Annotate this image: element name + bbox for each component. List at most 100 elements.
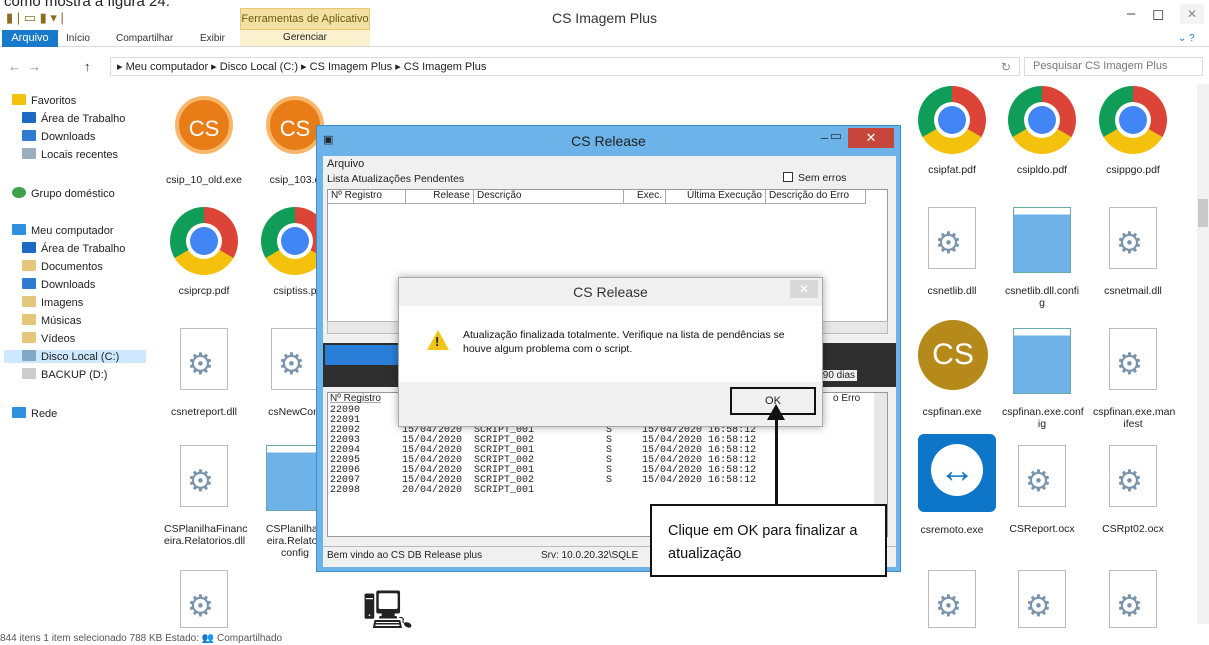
nav-label: BACKUP (D:) <box>41 369 108 381</box>
table-row[interactable]: 22096 15/04/2020 SCRIPT_001 S 15/04/2020… <box>330 465 756 476</box>
cs-release-title: CS Release <box>571 133 646 149</box>
cs-app-icon: CS <box>175 96 233 154</box>
tab-exibir[interactable]: Exibir <box>200 33 225 44</box>
notepad-icon <box>1013 207 1071 273</box>
no-errors-checkbox[interactable]: Sem erros <box>783 172 846 184</box>
nav-network[interactable]: Rede <box>12 407 57 420</box>
file-tile[interactable]: csnetlib.dll <box>912 207 992 297</box>
tab-arquivo[interactable]: Arquivo <box>2 30 58 47</box>
nav-recent[interactable]: Locais recentes <box>22 148 118 161</box>
file-tile[interactable] <box>164 570 244 634</box>
column-header[interactable]: Release <box>406 190 474 204</box>
recent-icon <box>22 148 36 159</box>
file-tile[interactable]: cspfinan.exe.conf ig <box>1002 328 1084 430</box>
download-icon <box>22 278 36 289</box>
nav-images[interactable]: Imagens <box>22 296 83 309</box>
file-name: CSPlanilhaFinanc eira.Relatorios.dll <box>164 523 248 547</box>
nav-downloads[interactable]: Downloads <box>22 130 95 143</box>
status-bar: 844 itens 1 item selecionado 788 KB Esta… <box>0 633 283 644</box>
table-row[interactable]: 22097 15/04/2020 SCRIPT_002 S 15/04/2020… <box>330 475 756 486</box>
scrollbar-thumb[interactable] <box>1198 199 1208 227</box>
table-row[interactable]: 22093 15/04/2020 SCRIPT_002 S 15/04/2020… <box>330 435 756 446</box>
search-input[interactable]: Pesquisar CS Imagem Plus <box>1024 57 1203 76</box>
nav-computer[interactable]: Meu computador <box>12 224 114 237</box>
context-tab[interactable]: Ferramentas de Aplicativo <box>240 8 370 30</box>
nav-label: Favoritos <box>31 95 77 107</box>
nav-favorites[interactable]: Favoritos <box>12 94 76 107</box>
file-tile[interactable] <box>912 570 992 634</box>
maximize-button[interactable]: ▭ <box>830 128 842 144</box>
refresh-button[interactable]: ↻ <box>1001 60 1011 74</box>
minimize-button[interactable]: – <box>821 130 828 145</box>
file-tile[interactable]: csnetlib.dll.confi g <box>1002 207 1082 309</box>
file-tile[interactable]: cspfinan.exe.man ifest <box>1093 328 1176 430</box>
instruction-callout: Clique em OK para finalizar a atualizaçã… <box>650 504 887 577</box>
nav-backup[interactable]: BACKUP (D:) <box>22 368 107 381</box>
tab-inicio[interactable]: Início <box>66 33 90 44</box>
file-name: cspfinan.exe <box>922 406 982 418</box>
column-header[interactable]: Descrição do Erro <box>766 190 866 204</box>
minimize-button[interactable]: – <box>1127 5 1135 22</box>
nav-desktop-2[interactable]: Área de Trabalho <box>22 242 125 255</box>
back-button[interactable]: ← <box>8 59 21 74</box>
file-tile[interactable]: csnetmail.dll <box>1093 207 1173 297</box>
cs-finance-icon: CS <box>918 320 988 390</box>
file-tile[interactable]: CSReport.ocx <box>1002 445 1082 535</box>
close-button[interactable]: ✕ <box>848 128 894 148</box>
file-list-scrollbar[interactable] <box>1197 84 1209 624</box>
column-header[interactable]: Exec. <box>624 190 666 204</box>
file-tile[interactable]: csnetreport.dll <box>164 328 244 418</box>
up-button[interactable]: ↑ <box>84 59 91 74</box>
nav-desktop[interactable]: Área de Trabalho <box>22 112 125 125</box>
file-tile[interactable]: csremoto.exe <box>912 434 996 536</box>
tab-compartilhar[interactable]: Compartilhar <box>116 33 173 44</box>
column-header[interactable]: Descrição <box>474 190 624 204</box>
table-row[interactable]: 22094 15/04/2020 SCRIPT_001 S 15/04/2020… <box>330 445 756 456</box>
nav-documents[interactable]: Documentos <box>22 260 103 273</box>
file-tile[interactable]: csippgo.pdf <box>1093 86 1173 176</box>
file-tile[interactable]: csipldo.pdf <box>1002 86 1082 176</box>
table-row[interactable]: 22098 20/04/2020 SCRIPT_001 <box>330 485 534 496</box>
file-name: CSReport.ocx <box>1009 523 1075 535</box>
history-header-error[interactable]: o Erro <box>833 393 860 404</box>
column-header[interactable]: Nº Registro <box>328 190 406 204</box>
file-tile[interactable]: CSPlanilhaFinanc eira.Relatorios.dll <box>164 445 248 547</box>
file-tile[interactable] <box>1002 570 1082 634</box>
nav-downloads-2[interactable]: Downloads <box>22 278 95 291</box>
column-header[interactable]: Última Execução <box>666 190 766 204</box>
dialog-close-button[interactable]: ✕ <box>790 280 818 298</box>
forward-button[interactable]: → <box>28 59 41 74</box>
file-tile[interactable]: csiprcp.pdf <box>164 207 244 297</box>
table-row[interactable]: 22095 15/04/2020 SCRIPT_002 S 15/04/2020… <box>330 455 756 466</box>
file-name: csippgo.pdf <box>1106 164 1160 176</box>
nav-label: Vídeos <box>41 333 76 345</box>
music-folder-icon <box>22 314 36 325</box>
file-tile[interactable]: CSRpt02.ocx <box>1093 445 1173 535</box>
nav-music[interactable]: Músicas <box>22 314 81 327</box>
table-row[interactable]: 22090 <box>330 405 360 416</box>
checkbox-box[interactable] <box>783 172 793 182</box>
nav-label: Rede <box>31 408 58 420</box>
menu-arquivo[interactable]: Arquivo <box>327 158 364 170</box>
nav-homegroup[interactable]: Grupo doméstico <box>12 187 115 200</box>
document-caption: como mostra a figura 24: <box>4 0 170 10</box>
file-name: csipldo.pdf <box>1016 164 1068 176</box>
maximize-button[interactable]: ◻ <box>1152 5 1164 23</box>
file-icon <box>1109 328 1157 390</box>
nav-label: Locais recentes <box>41 149 119 161</box>
file-name: cspfinan.exe.man ifest <box>1093 406 1176 430</box>
file-tile[interactable] <box>1093 570 1173 634</box>
help-icon[interactable]: ⌄ ? <box>1178 33 1195 44</box>
nav-label: Grupo doméstico <box>31 188 115 200</box>
close-button[interactable]: ✕ <box>1180 4 1204 24</box>
navigation-pane: Favoritos Área de Trabalho Downloads Loc… <box>0 85 150 625</box>
history-header[interactable]: Nº Registro <box>330 393 381 404</box>
nav-videos[interactable]: Vídeos <box>22 332 75 345</box>
address-bar[interactable]: ▸ Meu computador ▸ Disco Local (C:) ▸ CS… <box>110 57 1020 76</box>
nav-local-disk[interactable]: Disco Local (C:) <box>4 350 146 363</box>
file-tile[interactable]: csipfat.pdf <box>912 86 992 176</box>
file-tile[interactable]: CS cspfinan.exe <box>912 320 992 418</box>
table-row[interactable]: 22091 <box>330 415 360 426</box>
dll-gear-icon <box>1018 445 1066 507</box>
file-tile[interactable]: CS csip_10_old.exe <box>164 92 244 186</box>
